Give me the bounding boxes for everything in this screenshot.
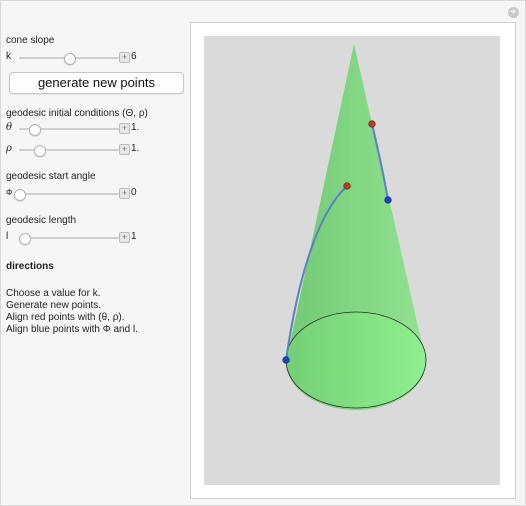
start-angle-slider-thumb[interactable] [14,189,26,201]
cone-graphic[interactable] [204,36,500,485]
theta-slider[interactable] [19,124,119,136]
blue-point[interactable] [384,196,392,204]
cone-slope-value: 6 [131,51,137,62]
blue-point[interactable] [282,356,290,364]
rho-expand-icon[interactable]: + [119,144,130,155]
plot-area[interactable] [204,36,500,485]
theta-expand-icon[interactable]: + [119,123,130,134]
rho-slider[interactable] [19,145,119,157]
rho-value: 1. [131,143,140,154]
cone-slope-label: cone slope [6,35,55,46]
directions-line: Align red points with (θ, ρ). [6,312,125,323]
directions-line: Generate new points. [6,300,102,311]
start-angle-expand-icon[interactable]: + [119,188,130,199]
red-point[interactable] [343,182,351,190]
cone-slope-slider-row: k + 6 [6,51,186,65]
length-slider[interactable] [19,233,119,245]
directions-line: Choose a value for k. [6,288,101,299]
cone-slope-symbol: k [6,51,11,62]
start-angle-label: geodesic start angle [6,171,96,182]
expand-icon[interactable]: + [508,7,519,18]
theta-value: 1. [131,122,140,133]
red-point[interactable] [368,120,376,128]
start-angle-slider[interactable] [14,189,119,201]
directions-text: Choose a value for k. Generate new point… [6,288,138,336]
start-angle-value: 0 [131,187,137,198]
rho-slider-row: ρ + 1. [6,143,186,157]
cone-slope-expand-icon[interactable]: + [119,52,130,63]
geodesic-ic-label: geodesic initial conditions (Θ, ρ) [6,108,148,119]
plot-frame [190,22,516,499]
length-expand-icon[interactable]: + [119,232,130,243]
start-angle-symbol: Φ [6,188,13,197]
start-angle-slider-row: Φ + 0 [6,187,186,201]
rho-slider-thumb[interactable] [34,145,46,157]
cone-slope-slider[interactable] [19,53,119,65]
theta-slider-row: θ + 1. [6,122,186,136]
length-label: geodesic length [6,215,77,226]
theta-symbol: θ [6,122,13,133]
directions-title: directions [6,261,54,272]
directions-line: Align blue points with Φ and l. [6,324,138,335]
rho-symbol: ρ [6,143,12,154]
length-value: 1 [131,231,137,242]
length-slider-thumb[interactable] [19,233,31,245]
cone-base [285,311,427,409]
cone-slope-slider-thumb[interactable] [64,53,76,65]
theta-slider-thumb[interactable] [29,124,41,136]
generate-new-points-button[interactable]: generate new points [9,72,184,94]
length-symbol: l [6,231,9,242]
length-slider-row: l + 1 [6,231,186,245]
